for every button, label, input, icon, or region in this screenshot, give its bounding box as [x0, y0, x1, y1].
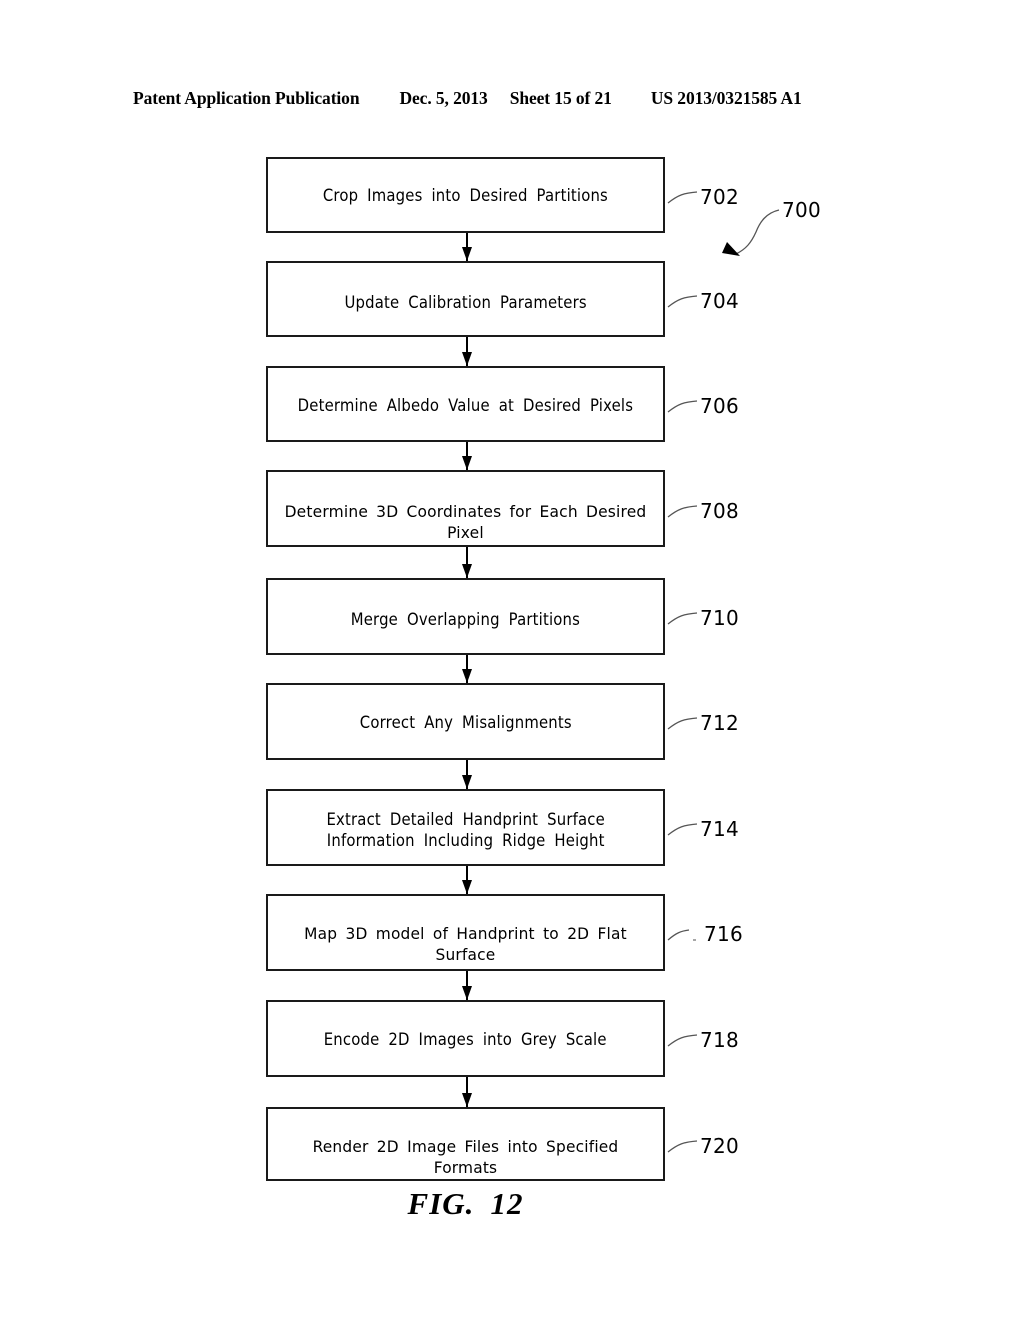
reference-numeral-714: 714	[700, 817, 740, 841]
reference-numeral-718: 718	[700, 1028, 740, 1052]
reference-numeral-720: 720	[700, 1134, 740, 1158]
flowchart-step-710: Merge Overlapping Partitions	[266, 578, 665, 655]
flow-connector-710-712	[462, 655, 472, 683]
reference-numeral-716: 716	[704, 922, 744, 946]
flowchart-step-714-label: Extract Detailed Handprint Surface Infor…	[326, 810, 605, 851]
flowchart-step-714: Extract Detailed Handprint Surface Infor…	[266, 789, 665, 866]
flowchart-step-710-label: Merge Overlapping Partitions	[350, 610, 581, 629]
flowchart-step-716: Map 3D model of Handprint to 2D Flat Sur…	[266, 894, 665, 971]
figure-caption-prefix: FIG.	[407, 1186, 475, 1221]
flowchart-step-704-label: Update Calibration Parameters	[344, 293, 587, 312]
flowchart-step-720: Render 2D Image Files into Specified For…	[266, 1107, 665, 1181]
flow-connector-702-704	[462, 233, 472, 261]
flow-connector-714-716	[462, 866, 472, 894]
flow-connector-712-714	[462, 760, 472, 789]
reference-numeral-710: 710	[700, 606, 740, 630]
figure-caption: FIG. 12	[266, 1186, 665, 1222]
figure-caption-number: 12	[490, 1186, 524, 1221]
flow-connector-708-710	[462, 547, 472, 578]
flowchart-diagram: Crop Images into Desired Partitions Upda…	[0, 0, 1024, 1320]
flowchart-step-702: Crop Images into Desired Partitions	[266, 157, 665, 233]
flowchart-step-706-label: Determine Albedo Value at Desired Pixels	[297, 396, 634, 415]
reference-numeral-704: 704	[700, 289, 740, 313]
flow-connector-706-708	[462, 442, 472, 470]
flowchart-step-712: Correct Any Misalignments	[266, 683, 665, 760]
reference-numeral-700: 700	[782, 198, 822, 222]
reference-numeral-708: 708	[700, 499, 740, 523]
reference-numeral-706: 706	[700, 394, 740, 418]
flowchart-step-718: Encode 2D Images into Grey Scale	[266, 1000, 665, 1077]
flowchart-step-708: Determine 3D Coordinates for Each Desire…	[266, 470, 665, 547]
flowchart-step-706: Determine Albedo Value at Desired Pixels	[266, 366, 665, 442]
flowchart-step-712-label: Correct Any Misalignments	[359, 713, 572, 732]
flow-connector-704-706	[462, 337, 472, 366]
reference-numeral-712: 712	[700, 711, 740, 735]
flowchart-step-708-label: Determine 3D Coordinates for Each Desire…	[284, 502, 647, 543]
flowchart-step-718-label: Encode 2D Images into Grey Scale	[324, 1030, 607, 1049]
flowchart-step-720-label: Render 2D Image Files into Specified For…	[312, 1137, 619, 1178]
flowchart-step-704: Update Calibration Parameters	[266, 261, 665, 337]
flowchart-step-716-label: Map 3D model of Handprint to 2D Flat Sur…	[304, 924, 627, 965]
reference-numeral-702: 702	[700, 185, 740, 209]
flow-connector-716-718	[462, 971, 472, 1000]
reference-700-arrowhead	[722, 242, 740, 256]
flowchart-step-702-label: Crop Images into Desired Partitions	[322, 186, 609, 205]
flow-connector-718-720	[462, 1077, 472, 1107]
